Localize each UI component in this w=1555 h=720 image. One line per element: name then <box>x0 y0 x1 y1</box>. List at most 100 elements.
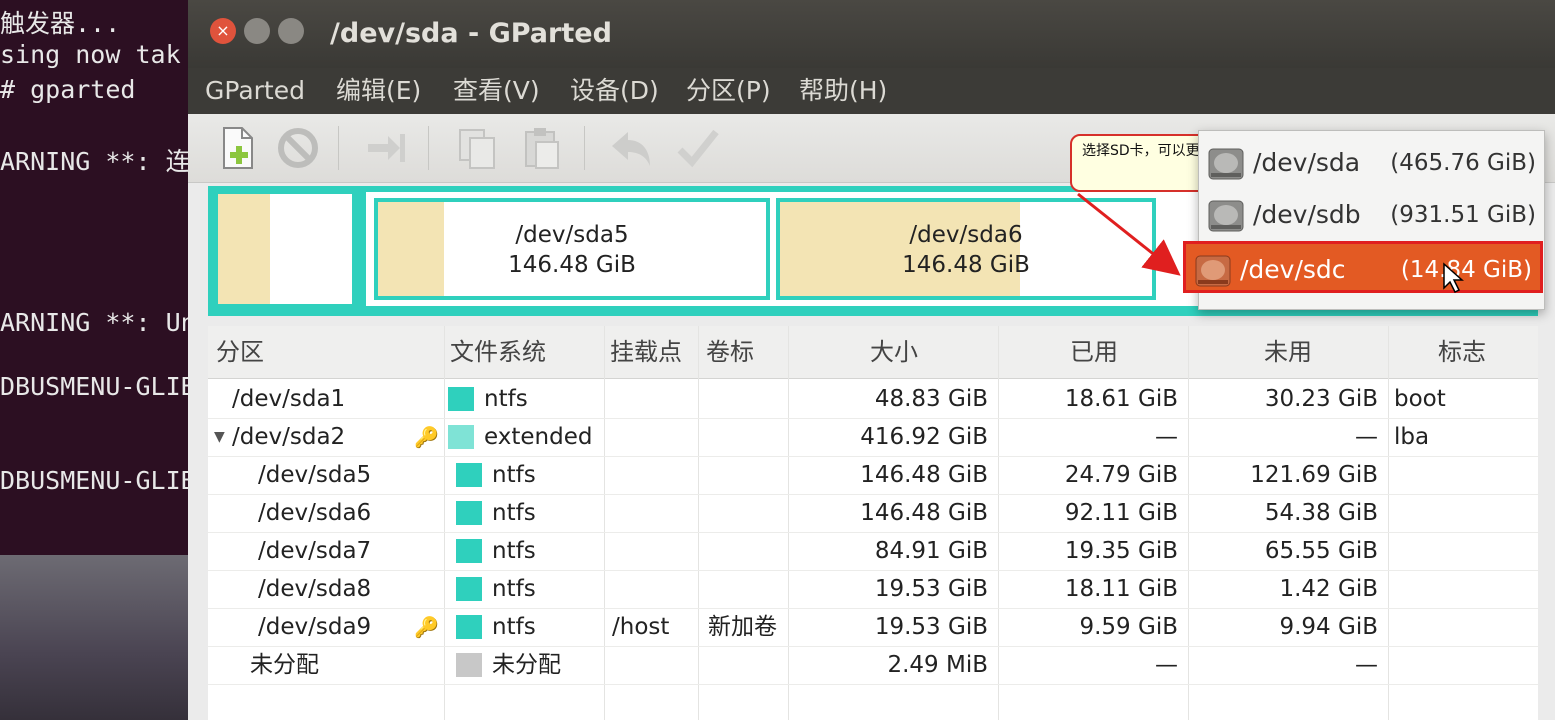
used-cell: 19.35 GiB <box>1064 538 1178 564</box>
copy-icon[interactable] <box>454 124 502 172</box>
table-row[interactable]: ▼ /dev/sda2 🔑 extended 416.92 GiB — — lba <box>208 418 1538 457</box>
harddisk-icon <box>1208 148 1244 180</box>
graph-partition-sda6[interactable]: /dev/sda6 146.48 GiB <box>776 198 1156 300</box>
size-cell: 84.91 GiB <box>874 538 988 564</box>
minimize-button[interactable] <box>244 18 270 44</box>
filesystem-color-swatch <box>448 387 474 411</box>
partition-size: 146.48 GiB <box>508 252 636 278</box>
expander-icon[interactable]: ▼ <box>214 418 225 456</box>
device-item-sdc[interactable]: /dev/sdc (14.84 GiB) <box>1183 241 1543 294</box>
table-row[interactable]: /dev/sda6 ntfs 146.48 GiB 92.11 GiB 54.38 Gi… <box>208 494 1538 533</box>
unused-cell: 121.69 GiB <box>1250 462 1378 488</box>
flags-cell: boot <box>1394 386 1446 412</box>
table-row[interactable]: 未分配 未分配 2.49 MiB — — <box>208 646 1538 685</box>
menu-help[interactable]: 帮助(H) <box>799 68 887 114</box>
size-cell: 19.53 GiB <box>874 576 988 602</box>
unused-cell: 54.38 GiB <box>1264 500 1378 526</box>
table-row[interactable]: /dev/sda5 ntfs 146.48 GiB 24.79 GiB 121.69 G… <box>208 456 1538 495</box>
mouse-cursor-icon <box>1443 262 1464 294</box>
filesystem-cell: ntfs <box>492 614 536 640</box>
column-header-flags[interactable]: 标志 <box>1438 326 1486 378</box>
filesystem-cell: ntfs <box>492 500 536 526</box>
unused-cell: 30.23 GiB <box>1264 386 1378 412</box>
delete-icon[interactable] <box>274 124 322 172</box>
column-header-partition[interactable]: 分区 <box>216 326 264 378</box>
filesystem-cell: 未分配 <box>492 652 561 678</box>
partition-size: 146.48 GiB <box>902 252 1030 278</box>
filesystem-color-swatch <box>456 615 482 639</box>
menu-partition[interactable]: 分区(P) <box>686 68 771 114</box>
column-header-label[interactable]: 卷标 <box>706 326 754 378</box>
partition-table: 分区 文件系统 挂载点 卷标 大小 已用 未用 标志 /dev/sda1 ntfs… <box>208 326 1538 720</box>
gparted-window: × /dev/sda - GParted GParted 编辑(E) 查看(V)… <box>188 0 1555 720</box>
label-cell: 新加卷 <box>708 614 777 640</box>
mountpoint-cell: /host <box>612 614 670 640</box>
column-header-unused[interactable]: 未用 <box>1264 326 1312 378</box>
menu-device[interactable]: 设备(D) <box>570 68 659 114</box>
used-cell: 24.79 GiB <box>1064 462 1178 488</box>
table-row[interactable]: /dev/sda7 ntfs 84.91 GiB 19.35 GiB 65.55 GiB <box>208 532 1538 571</box>
toolbar-separator <box>428 126 429 170</box>
partition-name-cell: /dev/sda5 <box>258 462 372 488</box>
device-size: (14.84 GiB) <box>1400 257 1532 283</box>
used-cell: 18.61 GiB <box>1064 386 1178 412</box>
terminal-line: sing now tak <box>0 40 181 69</box>
terminal-line: ARNING **: 连 <box>0 147 191 176</box>
toolbar-separator <box>338 126 339 170</box>
partition-name-cell: /dev/sda2 <box>232 424 346 450</box>
device-item-sdb[interactable]: /dev/sdb (931.51 GiB) <box>1199 189 1544 241</box>
partition-name: /dev/sda5 <box>515 222 629 248</box>
filesystem-color-swatch <box>456 463 482 487</box>
paste-icon[interactable] <box>518 124 566 172</box>
menu-gparted[interactable]: GParted <box>205 68 305 114</box>
device-name: /dev/sdc <box>1240 255 1346 284</box>
harddisk-icon <box>1208 200 1244 232</box>
partition-name-cell: /dev/sda8 <box>258 576 372 602</box>
maximize-button[interactable] <box>278 18 304 44</box>
column-header-size[interactable]: 大小 <box>870 326 918 378</box>
filesystem-cell: ntfs <box>492 538 536 564</box>
menu-edit[interactable]: 编辑(E) <box>336 68 421 114</box>
device-name: /dev/sdb <box>1253 200 1361 229</box>
filesystem-cell: ntfs <box>492 462 536 488</box>
device-item-sda[interactable]: /dev/sda (465.76 GiB) <box>1199 137 1544 189</box>
apply-icon[interactable] <box>674 124 722 172</box>
key-icon: 🔑 <box>414 425 439 449</box>
partition-name-cell: /dev/sda7 <box>258 538 372 564</box>
unused-cell: — <box>1355 652 1378 678</box>
column-header-filesystem[interactable]: 文件系统 <box>450 326 546 378</box>
menu-view[interactable]: 查看(V) <box>453 68 540 114</box>
unused-cell: 9.94 GiB <box>1279 614 1378 640</box>
partition-name: /dev/sda6 <box>909 222 1023 248</box>
harddisk-icon <box>1195 255 1231 287</box>
close-button[interactable]: × <box>210 18 236 44</box>
undo-icon[interactable] <box>608 124 656 172</box>
partition-name-cell: 未分配 <box>250 652 319 678</box>
terminal-line: # gparted <box>0 75 136 104</box>
graph-partition-sda1[interactable] <box>214 190 356 308</box>
filesystem-cell: ntfs <box>492 576 536 602</box>
column-header-mountpoint[interactable]: 挂载点 <box>610 326 682 378</box>
column-header-used[interactable]: 已用 <box>1070 326 1118 378</box>
device-dropdown[interactable]: /dev/sda (465.76 GiB) /dev/sdb (931.51 G… <box>1183 130 1545 310</box>
table-row[interactable]: /dev/sda1 ntfs 48.83 GiB 18.61 GiB 30.23 GiB… <box>208 380 1538 419</box>
graph-partition-sda5[interactable]: /dev/sda5 146.48 GiB <box>374 198 770 300</box>
table-header: 分区 文件系统 挂载点 卷标 大小 已用 未用 标志 <box>208 326 1538 379</box>
device-name: /dev/sda <box>1253 148 1361 177</box>
key-icon: 🔑 <box>414 615 439 639</box>
partition-name-cell: /dev/sda1 <box>232 386 346 412</box>
unused-cell: — <box>1355 424 1378 450</box>
filesystem-color-swatch <box>456 577 482 601</box>
used-cell: 92.11 GiB <box>1064 500 1178 526</box>
table-row[interactable]: /dev/sda8 ntfs 19.53 GiB 18.11 GiB 1.42 GiB <box>208 570 1538 609</box>
partition-name-cell: /dev/sda6 <box>258 500 372 526</box>
filesystem-color-swatch <box>456 501 482 525</box>
table-row[interactable]: /dev/sda9 🔑 ntfs/host 新加卷 19.53 GiB 9.59 GiB 9… <box>208 608 1538 647</box>
new-icon[interactable] <box>214 124 262 172</box>
menu-bar: GParted 编辑(E) 查看(V) 设备(D) 分区(P) 帮助(H) <box>188 68 1555 114</box>
filesystem-cell: extended <box>484 424 593 450</box>
size-cell: 146.48 GiB <box>860 462 988 488</box>
resize-icon[interactable] <box>362 124 410 172</box>
partition-name-cell: /dev/sda9 <box>258 614 372 640</box>
filesystem-color-swatch <box>456 653 482 677</box>
